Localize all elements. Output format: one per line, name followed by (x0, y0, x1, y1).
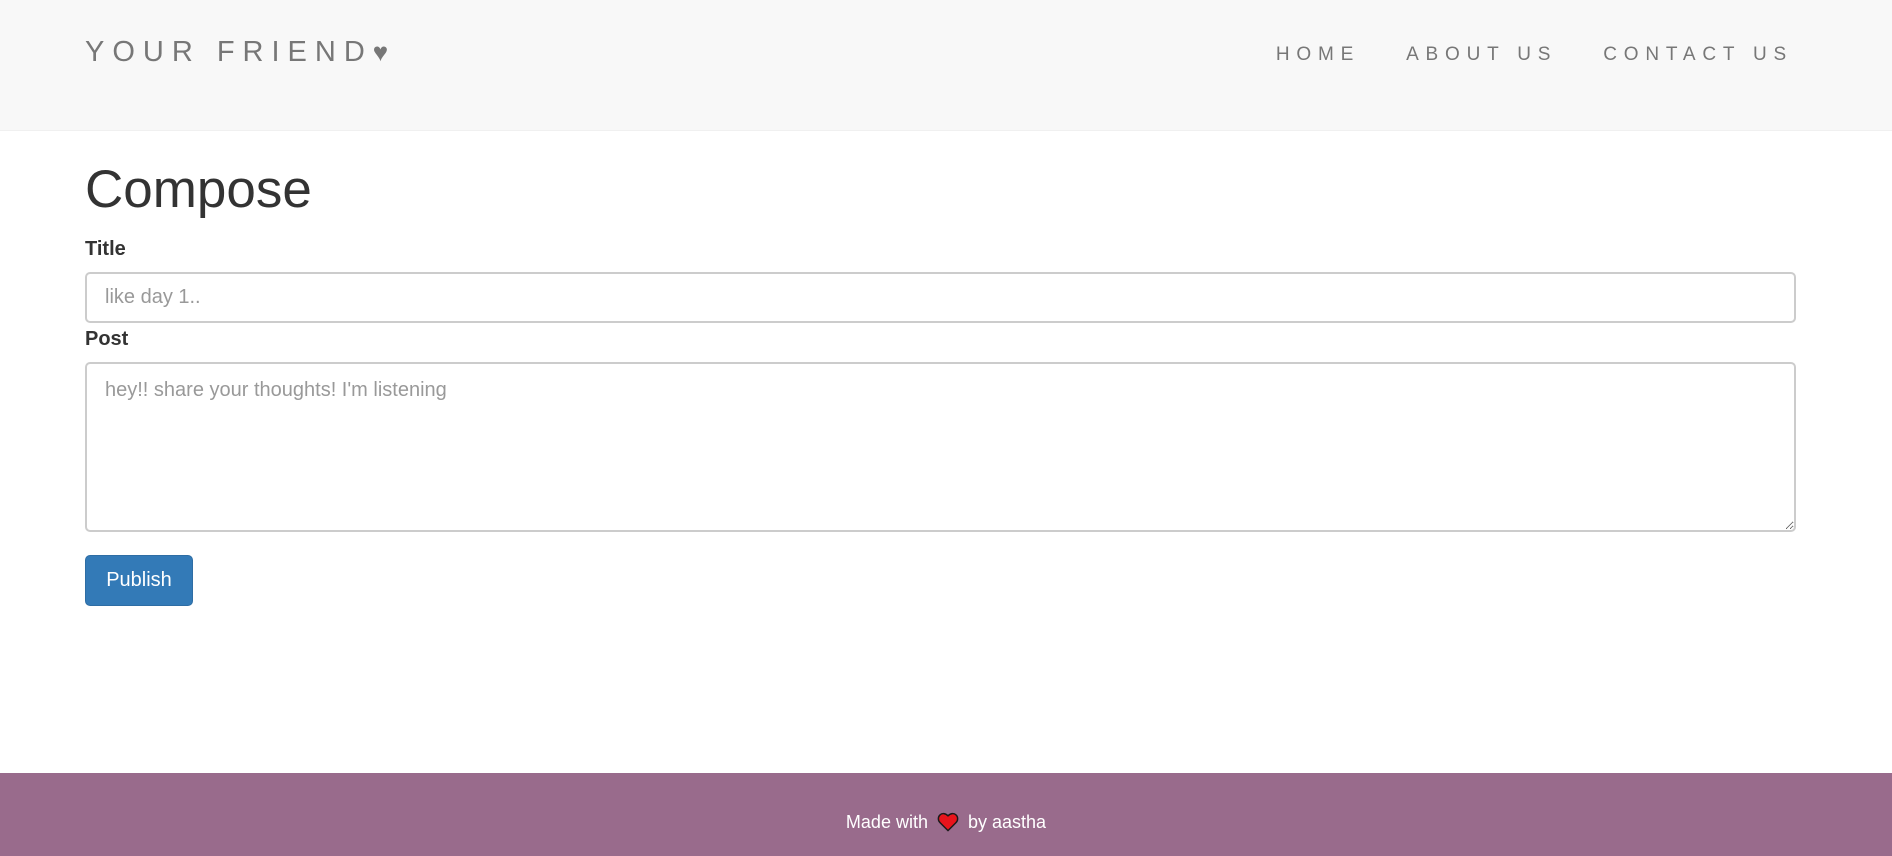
compose-form: Title Post Publish (85, 238, 1796, 607)
post-textarea[interactable] (85, 362, 1796, 533)
nav-item-contact: CONTACT US (1603, 44, 1793, 66)
footer-credit: Made with by aastha (0, 812, 1892, 832)
brand-heart-icon: ♥ (372, 37, 389, 67)
nav-menu: HOME ABOUT US CONTACT US (1276, 44, 1793, 66)
navbar: YOUR FRIEND♥ HOME ABOUT US CONTACT US (0, 0, 1892, 131)
title-label: Title (85, 238, 126, 261)
post-label: Post (85, 328, 129, 351)
post-form-group: Post (85, 328, 1796, 533)
nav-item-about: ABOUT US (1406, 44, 1557, 66)
title-form-group: Title (85, 238, 1796, 324)
footer-prefix: Made with (845, 812, 928, 832)
nav-link-home[interactable]: HOME (1276, 44, 1360, 66)
brand-logo[interactable]: YOUR FRIEND♥ (85, 36, 388, 69)
page-title: Compose (85, 160, 312, 219)
heart-icon (937, 812, 959, 832)
title-input[interactable] (85, 272, 1796, 324)
footer: Made with by aastha (0, 773, 1892, 856)
compose-container: Compose Title Post Publish (85, 131, 1796, 607)
nav-link-about-us[interactable]: ABOUT US (1406, 44, 1557, 66)
footer-suffix: by aastha (968, 812, 1047, 832)
nav-link-contact-us[interactable]: CONTACT US (1603, 44, 1793, 66)
nav-item-home: HOME (1276, 44, 1360, 66)
brand-text: YOUR FRIEND (85, 36, 373, 68)
publish-button[interactable]: Publish (85, 555, 193, 607)
